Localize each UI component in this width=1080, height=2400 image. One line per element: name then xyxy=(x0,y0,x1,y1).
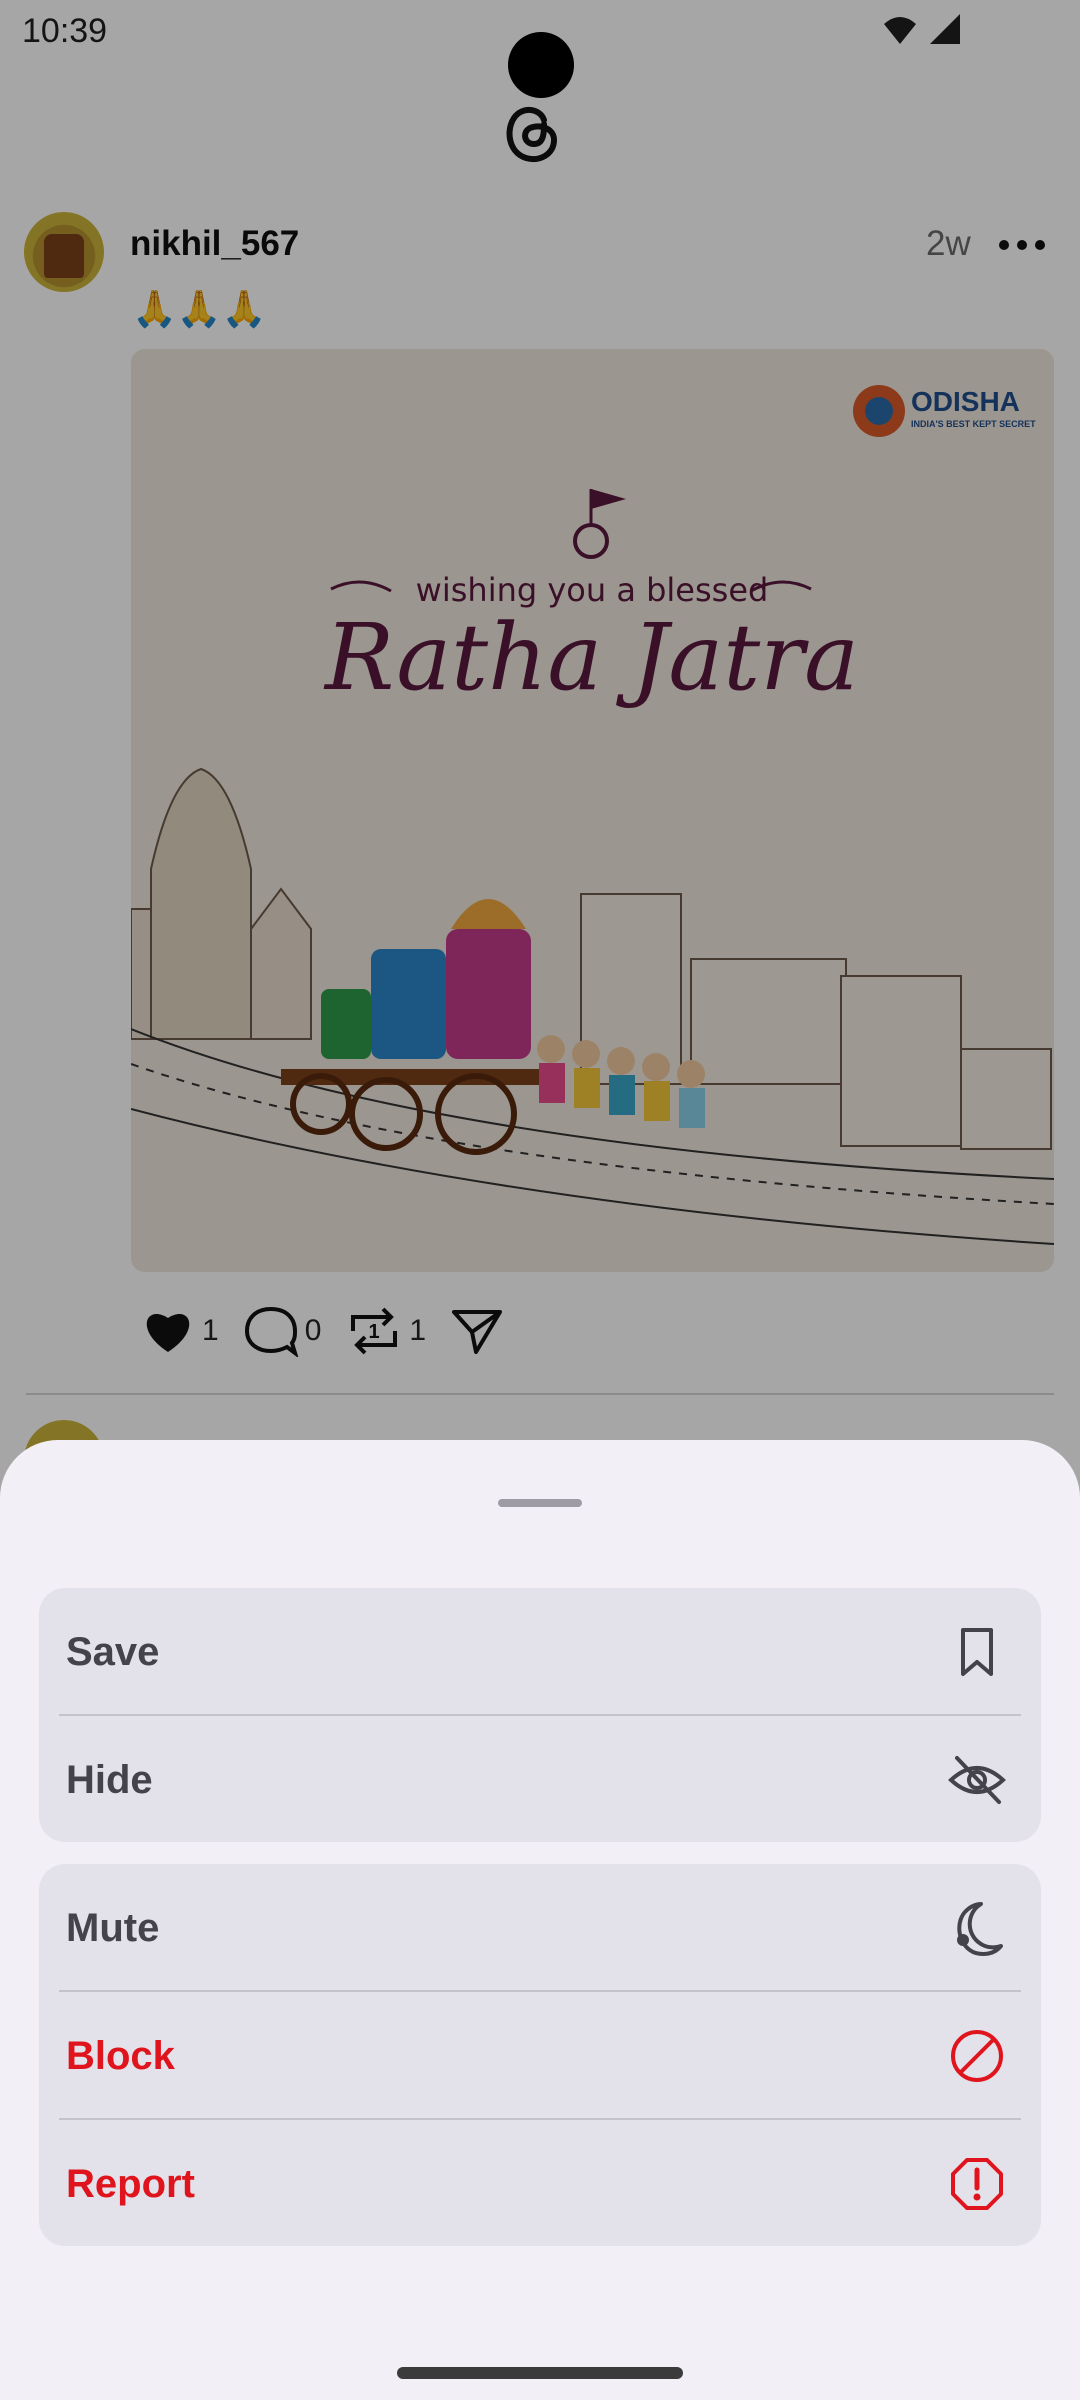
menu-label: Report xyxy=(66,2162,195,2206)
home-indicator[interactable] xyxy=(397,2367,683,2379)
menu-label: Block xyxy=(66,2034,175,2078)
menu-item-save[interactable]: Save xyxy=(39,1588,1041,1716)
menu-label: Mute xyxy=(66,1906,160,1950)
report-icon xyxy=(951,2158,1003,2210)
block-icon xyxy=(951,2030,1003,2082)
options-group-secondary: Mute Block Report xyxy=(39,1864,1041,2246)
menu-item-report[interactable]: Report xyxy=(39,2120,1041,2248)
moon-icon xyxy=(957,1902,1003,1956)
menu-label: Hide xyxy=(66,1758,153,1802)
drag-handle[interactable] xyxy=(498,1499,582,1507)
options-group-primary: Save Hide xyxy=(39,1588,1041,1842)
menu-item-hide[interactable]: Hide xyxy=(39,1716,1041,1844)
options-bottom-sheet: Save Hide Mute Block Report xyxy=(0,1440,1080,2400)
menu-item-mute[interactable]: Mute xyxy=(39,1864,1041,1992)
bookmark-icon xyxy=(961,1628,993,1676)
menu-item-block[interactable]: Block xyxy=(39,1992,1041,2120)
eye-off-icon xyxy=(948,1756,1006,1804)
menu-label: Save xyxy=(66,1630,160,1674)
screen: 10:39 nikhil_567 2w 🙏🙏🙏 ODISHA INDIA'S B… xyxy=(0,0,1080,2400)
